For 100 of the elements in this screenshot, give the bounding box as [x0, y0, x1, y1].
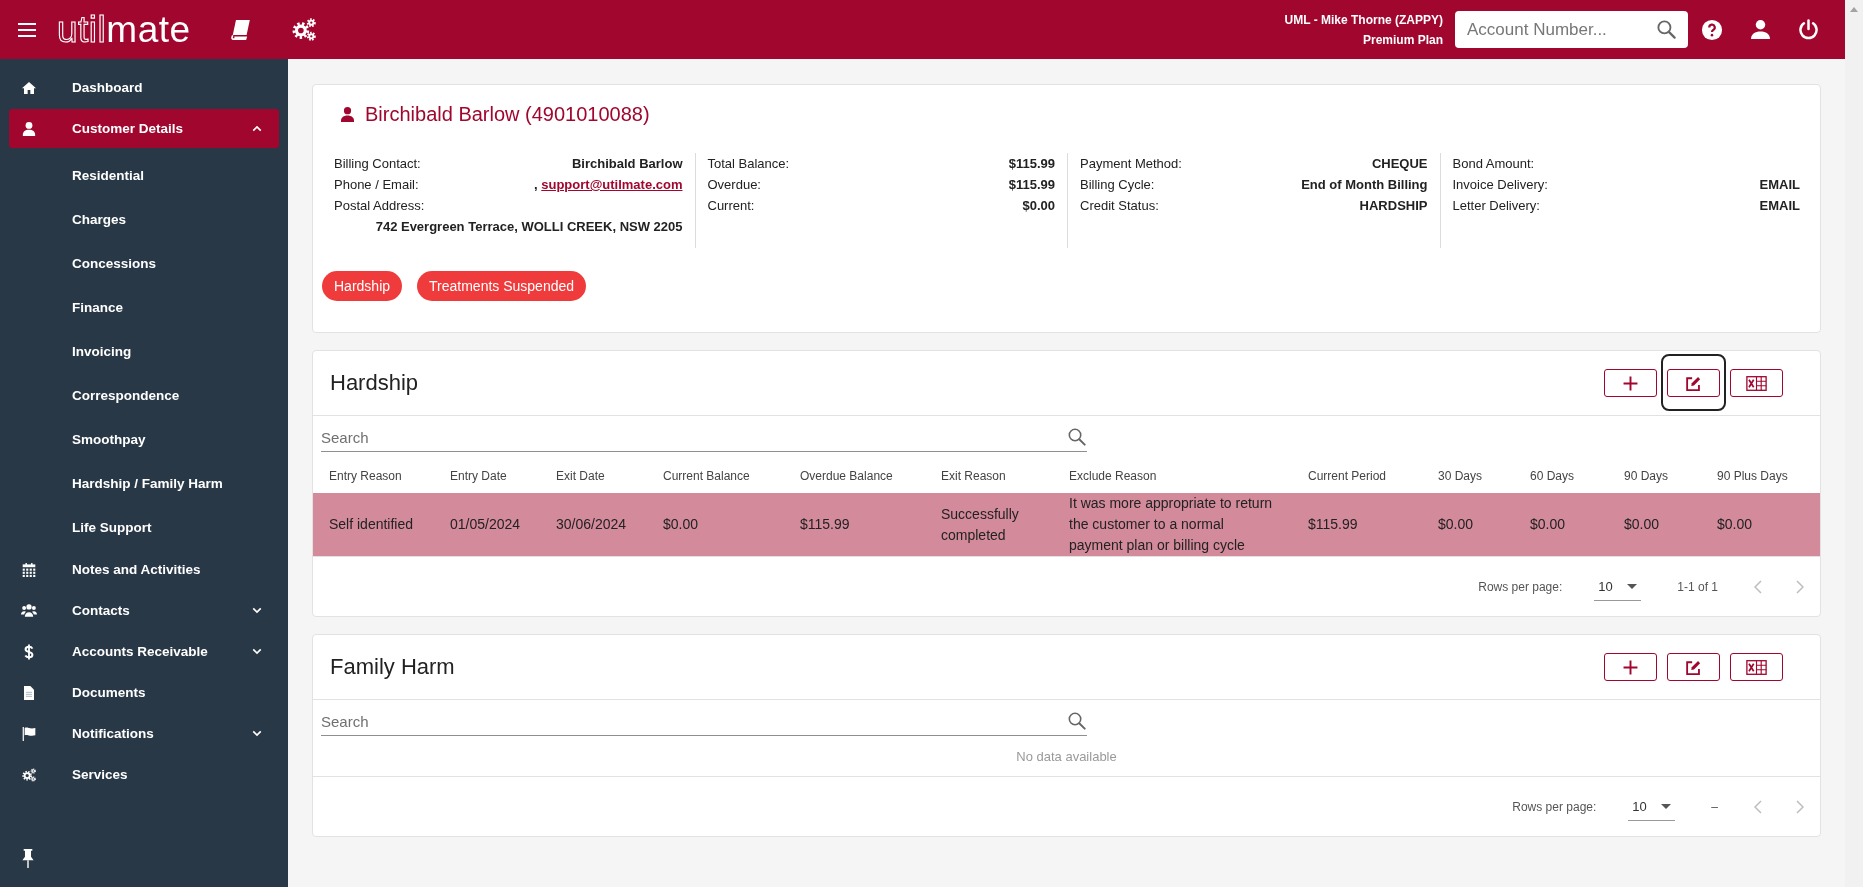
field-value: 742 Evergreen Terrace, WOLLI CREEK, NSW 2205 [375, 218, 683, 236]
field-value: EMAIL [1759, 176, 1800, 194]
document-icon [22, 685, 36, 700]
plus-icon [1623, 375, 1638, 391]
flag-icon [22, 726, 36, 741]
field-label: Current: [707, 197, 755, 215]
chevron-left-icon [1754, 579, 1762, 594]
field-label: Payment Method: [1080, 155, 1182, 173]
table-cell: $0.00 [1624, 516, 1660, 532]
edit-button[interactable] [1667, 653, 1720, 681]
plus-icon [1623, 659, 1638, 675]
book-icon[interactable] [230, 19, 250, 40]
page-range: 1-1 of 1 [1677, 579, 1718, 594]
table-cell: Successfully completed [941, 505, 1019, 543]
field-value: $115.99 [1008, 155, 1055, 173]
field-label: Letter Delivery: [1452, 197, 1540, 215]
search-icon[interactable] [1657, 20, 1676, 39]
nav-subitem[interactable]: Charges [0, 197, 288, 241]
column-header: Exit Reason [940, 469, 1007, 483]
column-header: Entry Date [449, 469, 508, 483]
gears-icon [22, 767, 36, 782]
nav-subitem[interactable]: Concessions [0, 241, 288, 285]
person-icon [341, 106, 354, 122]
add-button[interactable] [1604, 653, 1657, 681]
gears-icon[interactable] [291, 18, 316, 41]
search-field[interactable]: Search [321, 424, 1087, 452]
plan-name: Premium Plan [1362, 31, 1443, 49]
nav-subitem[interactable]: Finance [0, 285, 288, 329]
status-tag: Treatments Suspended [417, 271, 587, 301]
menu-icon[interactable] [18, 22, 36, 37]
table-row[interactable]: Self identified 01/05/2024 30/06/2024 $0.00 $115.99 Successfully completed It was more appropriate to return the customer to a normal payment plan or billing cycle $115.99 $0.00 $0.00 $0.00 $0.00 [313, 493, 1820, 556]
email-link[interactable]: support@utilmate.com [541, 177, 683, 192]
column-header: Current Period [1307, 469, 1388, 483]
empty-message: No data available [1016, 748, 1117, 764]
logo: utilmate [57, 8, 191, 51]
nav-item[interactable]: Notes and Activities [9, 550, 279, 589]
rows-per-page-select[interactable]: 10 [1594, 572, 1642, 601]
nav-item[interactable]: Notifications [9, 714, 279, 753]
user-name: UML - Mike Thorne (ZAPPY) [1284, 11, 1443, 29]
user-icon[interactable] [1751, 20, 1770, 39]
rows-per-page-label: Rows per page: [1512, 799, 1597, 814]
nav-item[interactable]: Customer Details [9, 109, 279, 148]
help-icon[interactable] [1701, 18, 1723, 41]
table-cell: It was more appropriate to return the customer to a normal payment plan or billing cycle [1069, 495, 1273, 553]
nav-subitem[interactable]: Residential [0, 153, 288, 197]
people-icon [21, 604, 37, 617]
caret-down-icon [1661, 803, 1672, 809]
table-cell: $115.99 [1308, 516, 1358, 532]
nav-subitem[interactable]: Smoothpay [0, 417, 288, 461]
field-label: Bond Amount: [1452, 155, 1535, 173]
column-header: Entry Reason [328, 469, 403, 483]
search-field[interactable]: Search [321, 708, 1087, 736]
account-search-field[interactable]: Account Number... [1455, 11, 1688, 48]
nav-item[interactable]: Dashboard [9, 68, 279, 107]
rows-per-page-select[interactable]: 10 [1628, 792, 1676, 821]
nav-item[interactable]: Services [9, 755, 279, 794]
calendar-icon [22, 562, 36, 577]
nav-subitem[interactable]: Life Support [0, 505, 288, 549]
power-icon[interactable] [1799, 19, 1818, 40]
nav-subitem[interactable]: Invoicing [0, 329, 288, 373]
field-label: Postal Address: [334, 197, 425, 215]
nav-subitem[interactable]: Hardship / Family Harm [0, 461, 288, 505]
column-header: 90 Plus Days [1716, 469, 1789, 483]
add-button[interactable] [1604, 369, 1657, 397]
table-cell: 30/06/2024 [556, 516, 627, 532]
search-icon[interactable] [1068, 428, 1086, 446]
page-range: – [1711, 799, 1718, 814]
field-value: HARDSHIP [1359, 197, 1428, 215]
column-header: Exit Date [555, 469, 606, 483]
field-label: Phone / Email: [334, 176, 419, 194]
field-label: Credit Status: [1080, 197, 1159, 215]
table-cell: $0.00 [1438, 516, 1474, 532]
field-value: $115.99 [1008, 176, 1055, 194]
column-header: 60 Days [1529, 469, 1576, 483]
nav-item[interactable]: Documents [9, 673, 279, 712]
field-label: Overdue: [707, 176, 761, 194]
column-header: Overdue Balance [799, 469, 894, 483]
nav-item[interactable]: Contacts [9, 591, 279, 630]
table-cell: 01/05/2024 [450, 516, 521, 532]
field-value: , support@utilmate.com [534, 176, 683, 194]
pin-icon[interactable] [22, 849, 34, 868]
nav-subitem[interactable]: Correspondence [0, 373, 288, 417]
column-header: Exclude Reason [1068, 469, 1158, 483]
search-icon[interactable] [1068, 712, 1086, 730]
table-cell: $0.00 [663, 516, 699, 532]
column-header: 90 Days [1623, 469, 1670, 483]
chevron-right-icon [1796, 799, 1804, 814]
caret-down-icon [1627, 583, 1638, 589]
section-title: Family Harm [330, 654, 455, 680]
nav-item[interactable]: Accounts Receivable [9, 632, 279, 671]
field-value: End of Month Billing [1301, 176, 1428, 194]
field-value: $0.00 [1022, 197, 1055, 215]
export-button[interactable] [1730, 369, 1783, 397]
field-label: Billing Contact: [334, 155, 421, 173]
field-value: EMAIL [1759, 197, 1800, 215]
edit-button[interactable] [1667, 369, 1720, 397]
export-button[interactable] [1730, 653, 1783, 681]
field-value: Birchibald Barlow [571, 155, 683, 173]
chevron-right-icon [1796, 579, 1804, 594]
field-label: Billing Cycle: [1080, 176, 1155, 194]
